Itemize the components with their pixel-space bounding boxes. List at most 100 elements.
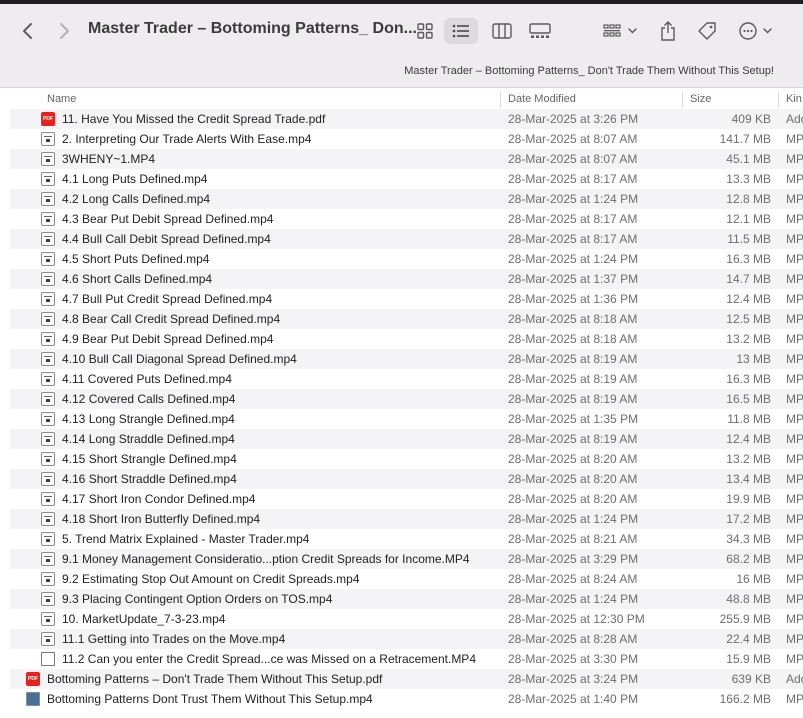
back-button[interactable] [16, 18, 40, 44]
file-kind: MP [786, 572, 803, 586]
file-row[interactable]: 4.5 Short Puts Defined.mp4 28-Mar-2025 at… [0, 249, 803, 269]
file-row[interactable]: 4.1 Long Puts Defined.mp4 28-Mar-2025 at … [0, 169, 803, 189]
file-size: 19.9 MB [726, 492, 771, 506]
file-name: 9.2 Estimating Stop Out Amount on Credit… [62, 572, 360, 586]
file-row[interactable]: 4.2 Long Calls Defined.mp4 28-Mar-2025 at… [0, 189, 803, 209]
file-row[interactable]: 4.3 Bear Put Debit Spread Defined.mp4 28-… [0, 209, 803, 229]
file-name: 4.14 Long Straddle Defined.mp4 [62, 432, 235, 446]
file-row[interactable]: PDF 11. Have You Missed the Credit Spread… [0, 109, 803, 129]
tag-button[interactable] [694, 18, 720, 44]
file-name: 4.11 Covered Puts Defined.mp4 [62, 372, 232, 386]
file-row[interactable]: 4.12 Covered Calls Defined.mp4 28-Mar-202… [0, 389, 803, 409]
file-kind: MP [786, 512, 803, 526]
group-button[interactable] [600, 18, 642, 44]
row-gutter [0, 269, 10, 289]
file-kind: MP [786, 312, 803, 326]
file-row[interactable]: 4.16 Short Straddle Defined.mp4 28-Mar-20… [0, 469, 803, 489]
file-row[interactable]: 5. Trend Matrix Explained - Master Trade… [0, 529, 803, 549]
file-kind: MP [786, 612, 803, 626]
share-button[interactable] [656, 18, 680, 44]
file-row[interactable]: 11.2 Can you enter the Credit Spread...c… [0, 649, 803, 669]
finder-toolbar: Master Trader – Bottoming Patterns_ Don.… [0, 4, 803, 88]
file-date-modified: 28-Mar-2025 at 8:24 AM [508, 572, 638, 586]
file-size: 16.5 MB [726, 392, 771, 406]
file-name: 4.1 Long Puts Defined.mp4 [62, 172, 208, 186]
column-view-button[interactable] [488, 18, 516, 44]
file-size: 141.7 MB [719, 132, 771, 146]
file-kind: MP [786, 172, 803, 186]
row-gutter [0, 509, 10, 529]
name-column-header[interactable]: Name [47, 88, 76, 111]
file-date-modified: 28-Mar-2025 at 8:19 AM [508, 372, 638, 386]
file-size: 14.7 MB [726, 272, 771, 286]
video-file-icon [41, 532, 55, 546]
tag-icon [698, 22, 716, 40]
file-name: 4.7 Bull Put Credit Spread Defined.mp4 [62, 292, 273, 306]
file-name: 10. MarketUpdate_7-3-23.mp4 [62, 612, 226, 626]
file-date-modified: 28-Mar-2025 at 12:30 PM [508, 612, 645, 626]
file-row[interactable]: 4.7 Bull Put Credit Spread Defined.mp4 28… [0, 289, 803, 309]
icon-view-button[interactable] [412, 18, 438, 44]
file-kind: MP [786, 352, 803, 366]
file-row[interactable]: 4.10 Bull Call Diagonal Spread Defined.m… [0, 349, 803, 369]
file-date-modified: 28-Mar-2025 at 8:19 AM [508, 392, 638, 406]
file-kind: MP [786, 372, 803, 386]
video-file-icon [41, 292, 55, 306]
file-name: 11. Have You Missed the Credit Spread Tr… [62, 112, 326, 126]
file-row[interactable]: 4.4 Bull Call Debit Spread Defined.mp4 28… [0, 229, 803, 249]
file-date-modified: 28-Mar-2025 at 3:30 PM [508, 652, 639, 666]
file-kind: MP [786, 212, 803, 226]
file-row[interactable]: 4.9 Bear Put Debit Spread Defined.mp4 28-… [0, 329, 803, 349]
video-file-icon [41, 172, 55, 186]
video-file-icon [41, 272, 55, 286]
row-gutter [0, 109, 10, 129]
path-bar[interactable]: Master Trader – Bottoming Patterns_ Don'… [404, 65, 774, 77]
more-actions-button[interactable] [736, 18, 776, 44]
forward-button[interactable] [52, 18, 76, 44]
file-name: 4.18 Short Iron Butterfly Defined.mp4 [62, 512, 261, 526]
row-gutter [0, 469, 10, 489]
video-file-icon [41, 392, 55, 406]
file-date-modified: 28-Mar-2025 at 1:40 PM [508, 692, 639, 706]
file-date-modified: 28-Mar-2025 at 1:24 PM [508, 192, 639, 206]
gallery-view-button[interactable] [526, 18, 554, 44]
date-column-header[interactable]: Date Modified [508, 88, 576, 111]
file-row[interactable]: 4.18 Short Iron Butterfly Defined.mp4 28-… [0, 509, 803, 529]
file-size: 255.9 MB [719, 612, 771, 626]
file-row[interactable]: PDF Bottoming Patterns – Don't Trade Them… [0, 669, 803, 689]
file-date-modified: 28-Mar-2025 at 1:35 PM [508, 412, 639, 426]
file-row[interactable]: Bottoming Patterns Dont Trust Them Witho… [0, 689, 803, 709]
file-name: 4.2 Long Calls Defined.mp4 [62, 192, 211, 206]
column-divider[interactable] [500, 91, 501, 108]
file-row[interactable]: 9.3 Placing Contingent Option Orders on … [0, 589, 803, 609]
file-kind: MP [786, 272, 803, 286]
file-row[interactable]: 4.6 Short Calls Defined.mp4 28-Mar-2025 a… [0, 269, 803, 289]
file-row[interactable]: 9.1 Money Management Consideratio...ptio… [0, 549, 803, 569]
file-size: 11.8 MB [727, 412, 771, 426]
column-divider[interactable] [778, 91, 779, 108]
row-gutter [0, 589, 10, 609]
kind-column-header[interactable]: Kin [786, 88, 802, 111]
file-row[interactable]: 4.8 Bear Call Credit Spread Defined.mp4 2… [0, 309, 803, 329]
file-row[interactable]: 9.2 Estimating Stop Out Amount on Credit… [0, 569, 803, 589]
file-size: 34.3 MB [726, 532, 771, 546]
file-row[interactable]: 4.17 Short Iron Condor Defined.mp4 28-Mar… [0, 489, 803, 509]
file-row[interactable]: 2. Interpreting Our Trade Alerts With Ea… [0, 129, 803, 149]
file-row[interactable]: 3WHENY~1.MP4 28-Mar-2025 at 8:07 AM 45.1 M… [0, 149, 803, 169]
file-row[interactable]: 4.13 Long Strangle Defined.mp4 28-Mar-202… [0, 409, 803, 429]
file-row[interactable]: 4.11 Covered Puts Defined.mp4 28-Mar-2025… [0, 369, 803, 389]
file-kind: MP [786, 232, 803, 246]
file-row[interactable]: 10. MarketUpdate_7-3-23.mp4 28-Mar-2025 a… [0, 609, 803, 629]
list-view-button[interactable] [444, 18, 478, 44]
column-divider[interactable] [682, 91, 683, 108]
size-column-header[interactable]: Size [690, 88, 711, 111]
file-size: 12.4 MB [726, 432, 771, 446]
file-kind: MP [786, 332, 803, 346]
file-row[interactable]: 4.14 Long Straddle Defined.mp4 28-Mar-202… [0, 429, 803, 449]
group-icon [603, 24, 637, 37]
file-row[interactable]: 11.1 Getting into Trades on the Move.mp4… [0, 629, 803, 649]
file-row[interactable]: 4.15 Short Strangle Defined.mp4 28-Mar-20… [0, 449, 803, 469]
file-date-modified: 28-Mar-2025 at 3:24 PM [508, 672, 639, 686]
file-name: 9.3 Placing Contingent Option Orders on … [62, 592, 333, 606]
file-size: 48.8 MB [726, 592, 771, 606]
